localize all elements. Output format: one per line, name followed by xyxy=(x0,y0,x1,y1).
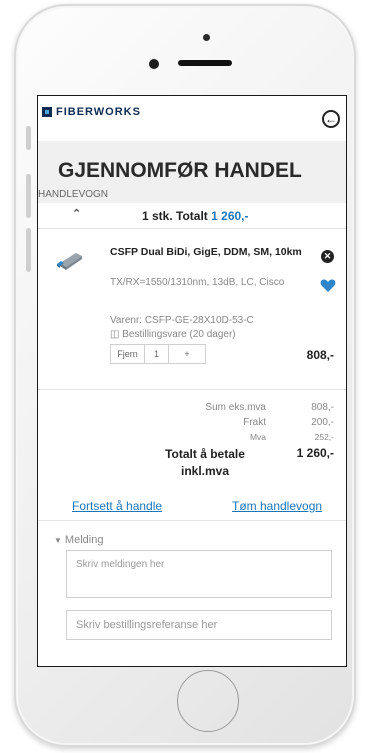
item-stock-label: Bestillingsvare (20 dager) xyxy=(122,329,236,340)
brand-name: FIBERWORKS xyxy=(56,106,141,118)
logo-mark-icon xyxy=(42,107,52,117)
cart-item: CSFP Dual BiDi, GigE, DDM, SM, 10km TX/R… xyxy=(38,229,346,389)
proximity-sensor xyxy=(203,34,210,41)
front-camera xyxy=(149,59,159,69)
close-icon[interactable]: ✕ xyxy=(321,250,334,263)
order-reference-input[interactable]: Skriv bestillingsreferanse her xyxy=(66,610,332,640)
heart-icon[interactable] xyxy=(320,279,336,293)
divider xyxy=(38,520,346,521)
chevron-up-icon[interactable]: ⌃ xyxy=(72,207,81,220)
grand-total-value: 1 260,- xyxy=(296,446,334,460)
divider xyxy=(38,389,346,390)
product-thumbnail[interactable] xyxy=(54,249,84,271)
item-name[interactable]: CSFP Dual BiDi, GigE, DDM, SM, 10km xyxy=(110,245,305,259)
cart-summary-amount: 1 260,- xyxy=(211,209,249,223)
item-spec: TX/RX=1550/1310nm, 13dB, LC, Cisco xyxy=(110,277,285,288)
freight-label: Frakt xyxy=(243,417,266,428)
grand-total-label: Totalt å betale inkl.mva xyxy=(165,447,245,478)
sum-label: Sum eks.mva xyxy=(205,402,266,413)
top-bar: FIBERWORKS ← xyxy=(38,96,346,141)
app-screen: FIBERWORKS ← GJENNOMFØR HANDEL HANDLEVOG… xyxy=(37,95,347,667)
vat-value: 252,- xyxy=(314,432,334,442)
item-stock: ◫ Bestillingsvare (20 dager) xyxy=(110,329,236,340)
sum-value: 808,- xyxy=(311,402,334,413)
home-button[interactable] xyxy=(177,670,239,732)
page-title: GJENNOMFØR HANDEL xyxy=(58,159,302,182)
volume-up-button xyxy=(26,174,31,218)
cart-header[interactable]: ⌃ 1 stk. Totalt 1 260,- xyxy=(38,203,346,229)
continue-shopping-link[interactable]: Fortsett å handle xyxy=(72,499,162,513)
box-icon: ◫ xyxy=(110,329,120,340)
earpiece-speaker xyxy=(178,60,232,66)
increase-quantity-button[interactable]: + xyxy=(169,345,205,363)
page-subtitle: HANDLEVOGN xyxy=(38,189,109,200)
message-textarea[interactable]: Skriv meldingen her xyxy=(66,550,332,598)
title-band: GJENNOMFØR HANDEL HANDLEVOGN xyxy=(38,141,346,203)
brand-logo[interactable]: FIBERWORKS xyxy=(42,106,141,118)
chevron-down-icon: ▼ xyxy=(54,536,62,545)
quantity-stepper: Fjern 1 + xyxy=(110,344,206,364)
freight-value: 200,- xyxy=(311,417,334,428)
reference-placeholder: Skriv bestillingsreferanse her xyxy=(76,619,218,631)
volume-down-button xyxy=(26,228,31,272)
message-toggle-label: Melding xyxy=(64,534,104,546)
cart-summary-prefix: 1 stk. Totalt xyxy=(142,209,208,223)
vat-label: Mva xyxy=(249,432,266,442)
item-sku: Varenr: CSFP-GE-28X10D-53-C xyxy=(110,315,254,326)
remove-button[interactable]: Fjern xyxy=(111,345,145,363)
cart-summary: 1 stk. Totalt 1 260,- xyxy=(142,209,249,223)
message-toggle[interactable]: ▼ Melding xyxy=(54,534,103,546)
empty-cart-link[interactable]: Tøm handlevogn xyxy=(232,499,322,513)
mute-switch xyxy=(26,126,31,150)
quantity-field[interactable]: 1 xyxy=(145,345,169,363)
item-price: 808,- xyxy=(306,348,334,362)
message-placeholder: Skriv meldingen her xyxy=(76,559,165,570)
back-arrow-icon[interactable]: ← xyxy=(322,110,340,128)
